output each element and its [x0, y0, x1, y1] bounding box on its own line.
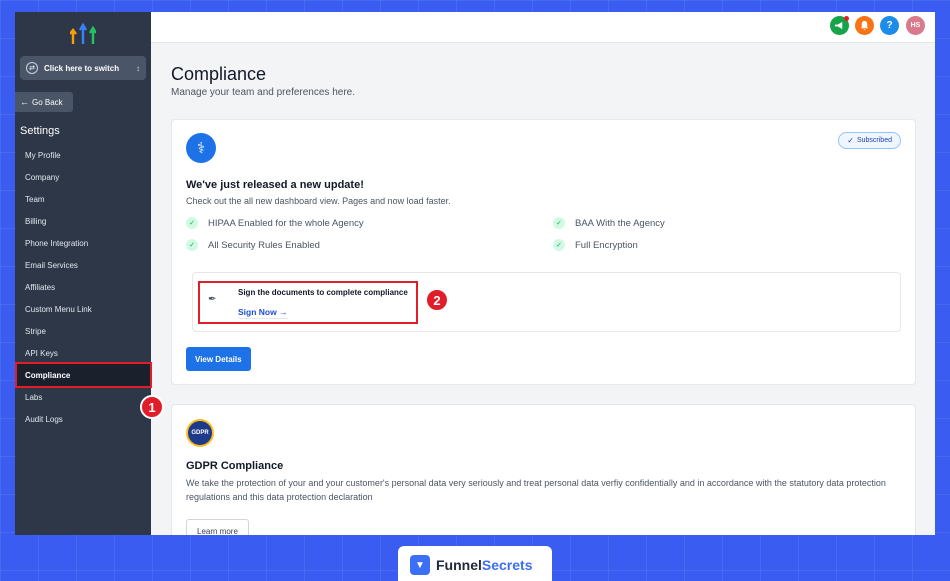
- gdpr-icon: GDPR: [186, 419, 214, 447]
- gdpr-description: We take the protection of your and your …: [186, 478, 886, 502]
- sign-highlight-box: ✒ Sign the documents to complete complia…: [198, 281, 418, 324]
- sidebar-item-affiliates[interactable]: Affiliates: [15, 276, 151, 298]
- badge-label: Subscribed: [856, 137, 892, 144]
- top-bar: ? HS: [151, 12, 935, 43]
- sign-documents-panel: ✒ Sign the documents to complete complia…: [192, 272, 901, 332]
- go-back-button[interactable]: ← Go Back: [15, 92, 73, 112]
- check-circle-icon: ✓: [186, 239, 198, 251]
- settings-nav: My Profile Company Team Billing Phone In…: [15, 144, 152, 430]
- sidebar-item-api-keys[interactable]: API Keys: [15, 342, 151, 364]
- sign-now-label: Sign Now: [238, 307, 277, 317]
- status-badge: ✓ Subscribed: [838, 132, 901, 149]
- card-subtitle: Check out the all new dashboard view. Pa…: [186, 196, 451, 206]
- sidebar-item-billing[interactable]: Billing: [15, 210, 151, 232]
- notification-dot: [844, 16, 849, 21]
- check-circle-icon: ✓: [553, 239, 565, 251]
- page-subtitle: Manage your team and preferences here.: [171, 87, 355, 98]
- bell-icon[interactable]: [855, 16, 874, 35]
- app-logo: [70, 22, 96, 44]
- brand-part1: Funnel: [436, 557, 482, 573]
- sidebar-item-company[interactable]: Company: [15, 166, 151, 188]
- sidebar-item-labs[interactable]: Labs: [15, 386, 151, 408]
- check-circle-icon: ✓: [553, 217, 565, 229]
- learn-more-button[interactable]: Learn more: [186, 519, 249, 535]
- view-details-button[interactable]: View Details: [186, 347, 251, 371]
- arrow-left-icon: ←: [20, 97, 29, 107]
- funnel-icon: ▼: [410, 555, 430, 575]
- callout-marker-1: 1: [140, 395, 164, 419]
- hipaa-card: ⚕ ✓ Subscribed We've just released a new…: [171, 119, 916, 385]
- sign-documents-text: Sign the documents to complete complianc…: [238, 288, 408, 297]
- feature-item: ✓ BAA With the Agency: [553, 217, 665, 229]
- sidebar-item-team[interactable]: Team: [15, 188, 151, 210]
- feature-item: ✓ HIPAA Enabled for the whole Agency: [186, 217, 364, 229]
- pen-icon: ✒: [208, 294, 217, 305]
- arrow-right-icon: →: [279, 307, 288, 317]
- switch-icon: ⇄: [26, 62, 38, 74]
- switcher-label: Click here to switch: [44, 63, 120, 73]
- card-title: We've just released a new update!: [186, 179, 364, 191]
- account-switcher[interactable]: ⇄ Click here to switch ↕: [20, 56, 146, 80]
- feature-item: ✓ Full Encryption: [553, 239, 638, 251]
- sidebar-item-email-services[interactable]: Email Services: [15, 254, 151, 276]
- brand-part2: Secrets: [481, 557, 533, 573]
- feature-label: HIPAA Enabled for the whole Agency: [208, 217, 364, 229]
- gdpr-title: GDPR Compliance: [186, 460, 284, 472]
- sidebar-item-compliance[interactable]: Compliance: [15, 362, 152, 388]
- sidebar-item-my-profile[interactable]: My Profile: [15, 144, 151, 166]
- medical-caduceus-icon: ⚕: [186, 133, 216, 163]
- callout-marker-2: 2: [425, 288, 449, 312]
- check-icon: ✓: [847, 136, 854, 145]
- app-window: ⇄ Click here to switch ↕ ← Go Back Setti…: [15, 12, 935, 535]
- feature-label: BAA With the Agency: [575, 217, 665, 229]
- help-icon[interactable]: ?: [880, 16, 899, 35]
- brand-name: FunnelSecrets: [436, 557, 532, 573]
- page-title: Compliance: [171, 64, 267, 84]
- sidebar-item-phone-integration[interactable]: Phone Integration: [15, 232, 151, 254]
- main-content: ? HS Compliance Manage your team and pre…: [151, 12, 935, 535]
- settings-heading: Settings: [20, 125, 60, 137]
- check-circle-icon: ✓: [186, 217, 198, 229]
- chevron-updown-icon: ↕: [136, 63, 140, 73]
- sidebar-item-audit-logs[interactable]: Audit Logs: [15, 408, 151, 430]
- feature-label: All Security Rules Enabled: [208, 239, 320, 251]
- sidebar: ⇄ Click here to switch ↕ ← Go Back Setti…: [15, 12, 152, 535]
- feature-item: ✓ All Security Rules Enabled: [186, 239, 320, 251]
- go-back-label: Go Back: [32, 97, 63, 107]
- sign-now-link[interactable]: Sign Now →: [238, 307, 288, 319]
- avatar[interactable]: HS: [906, 16, 925, 35]
- sidebar-item-custom-menu-link[interactable]: Custom Menu Link: [15, 298, 151, 320]
- feature-label: Full Encryption: [575, 239, 638, 251]
- sidebar-item-stripe[interactable]: Stripe: [15, 320, 151, 342]
- funnelsecrets-badge: ▼ FunnelSecrets: [398, 546, 552, 581]
- gdpr-card: GDPR GDPR Compliance We take the protect…: [171, 404, 916, 535]
